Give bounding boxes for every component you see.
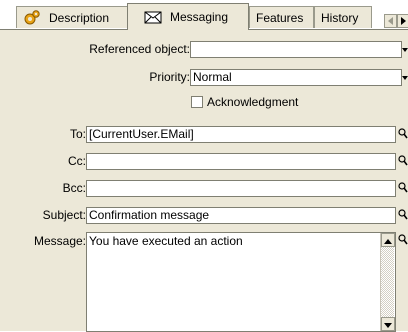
magnifier-icon[interactable] bbox=[398, 234, 408, 246]
bcc-field[interactable] bbox=[86, 180, 396, 197]
to-label: To: bbox=[69, 127, 86, 141]
acknowledgment-checkbox[interactable] bbox=[191, 96, 203, 108]
tab-scroll-right-button[interactable] bbox=[397, 14, 408, 28]
tab-features-label: Features bbox=[256, 10, 304, 25]
tab-messaging[interactable]: Messaging bbox=[127, 3, 249, 30]
scroll-up-button[interactable] bbox=[381, 233, 395, 247]
tab-bar: Description Messaging Features History bbox=[0, 0, 408, 30]
message-textarea[interactable]: You have executed an action bbox=[86, 232, 396, 332]
envelope-icon bbox=[144, 11, 162, 24]
cc-label: Cc: bbox=[68, 154, 86, 168]
tab-features[interactable]: Features bbox=[249, 6, 314, 28]
tab-description-label: Description bbox=[49, 10, 110, 25]
arrow-down-icon bbox=[384, 317, 392, 331]
referenced-object-dropdown[interactable] bbox=[190, 41, 402, 58]
magnifier-icon[interactable] bbox=[398, 155, 408, 167]
priority-dropdown[interactable]: Normal bbox=[190, 69, 402, 86]
tab-messaging-label: Messaging bbox=[170, 10, 229, 24]
magnifier-icon[interactable] bbox=[398, 209, 408, 221]
chevron-down-icon[interactable] bbox=[402, 41, 408, 58]
arrow-up-icon bbox=[384, 233, 392, 247]
tab-history-label: History bbox=[321, 10, 359, 25]
arrow-left-icon bbox=[387, 14, 394, 28]
message-label: Message: bbox=[33, 234, 86, 248]
arrow-right-icon bbox=[400, 14, 407, 28]
subject-label: Subject: bbox=[42, 208, 86, 222]
chevron-down-icon[interactable] bbox=[402, 69, 408, 86]
subject-field[interactable]: Confirmation message bbox=[86, 207, 396, 224]
cc-field[interactable] bbox=[86, 153, 396, 170]
message-text: You have executed an action bbox=[89, 234, 243, 248]
to-field[interactable]: [CurrentUser.EMail] bbox=[86, 126, 396, 143]
tab-description[interactable]: Description bbox=[16, 6, 128, 28]
magnifier-icon[interactable] bbox=[398, 182, 408, 194]
acknowledgment-label: Acknowledgment bbox=[207, 95, 299, 109]
gears-icon bbox=[23, 9, 41, 26]
messaging-panel: Referenced object: Priority: Normal Ackn… bbox=[0, 29, 408, 332]
tab-history[interactable]: History bbox=[314, 6, 372, 28]
scroll-down-button[interactable] bbox=[381, 317, 395, 331]
tab-scroll-left-button[interactable] bbox=[384, 14, 397, 28]
magnifier-icon[interactable] bbox=[398, 128, 408, 140]
priority-label: Priority: bbox=[149, 70, 190, 84]
bcc-label: Bcc: bbox=[62, 181, 86, 195]
referenced-object-label: Referenced object: bbox=[89, 42, 190, 56]
message-scrollbar[interactable] bbox=[380, 233, 395, 331]
